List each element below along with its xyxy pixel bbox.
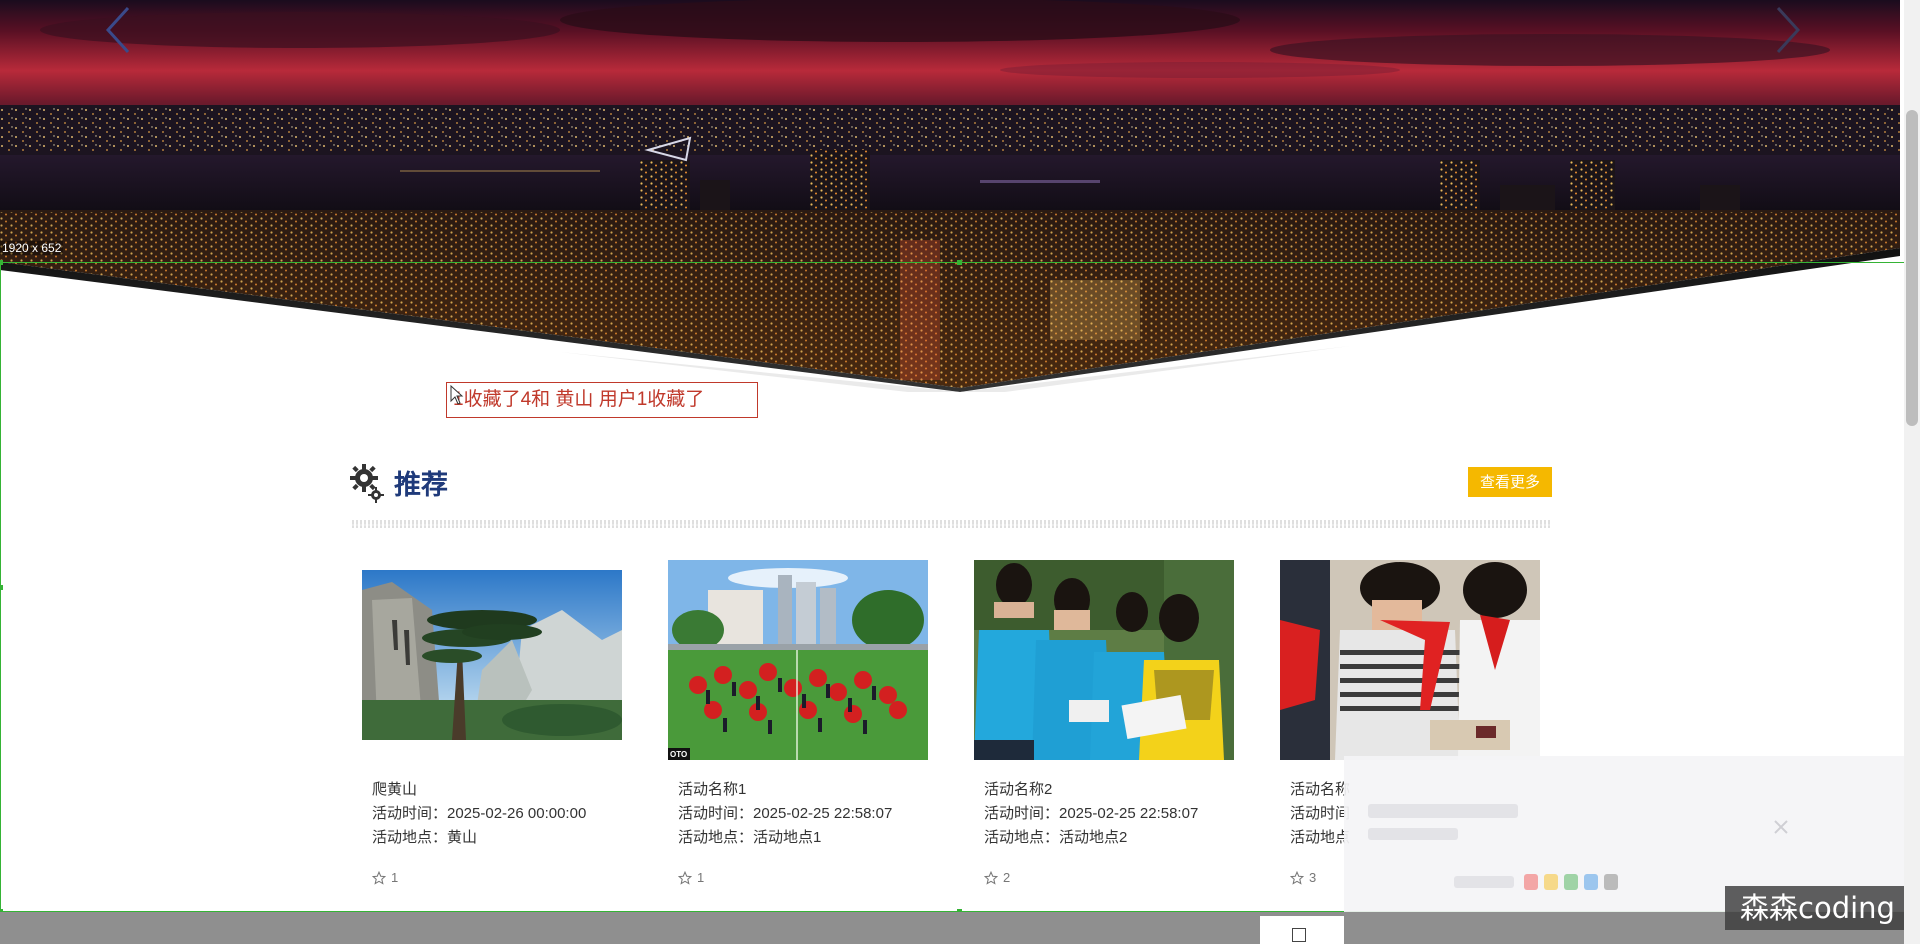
card-location: 活动地点：活动地点2 [984, 829, 1128, 846]
card-time: 活动时间：2025-02-25 22:58:07 [678, 805, 893, 822]
card-title: 活动名称1 [678, 781, 747, 798]
mouse-cursor-icon [450, 385, 464, 405]
classroom-photo [1280, 560, 1540, 760]
card-time: 活动时间：2025-02-25 22:58:07 [984, 805, 1199, 822]
hero-banner: 1920 x 652 [0, 0, 1900, 392]
favorite-count-value: 2 [1003, 870, 1011, 885]
photo-tag: OTO [670, 750, 687, 759]
gear-icon [350, 464, 384, 503]
card-image[interactable] [1280, 560, 1540, 760]
star-icon [984, 870, 998, 885]
card-title: 活动名称2 [984, 781, 1053, 798]
card-location: 活动地点 [1290, 829, 1351, 846]
card-time: 活动时间：2025-02-26 00:00:00 [372, 805, 587, 822]
card-location: 活动地点：活动地点1 [678, 829, 822, 846]
image-size-label: 1920 x 652 [0, 241, 64, 255]
card-image[interactable] [362, 570, 622, 740]
card-time: 活动时间 [1290, 805, 1351, 822]
star-icon [1290, 870, 1304, 885]
section-divider [352, 520, 1552, 528]
card-image[interactable]: OTO [668, 560, 928, 760]
section-title: 推荐 [394, 469, 448, 500]
activity-card[interactable]: OTO 活动名称1 活动时间：2025-02-25 22:58:07 活动地点：… [660, 560, 940, 914]
card-title: 爬黄山 [372, 781, 418, 798]
favorite-count[interactable]: 1 [372, 870, 398, 885]
activity-card[interactable]: 活动名称2 活动时间：2025-02-25 22:58:07 活动地点：活动地点… [966, 560, 1246, 914]
section-header: 推荐 [350, 460, 448, 504]
carousel-next-icon[interactable] [1770, 0, 1806, 60]
card-location: 活动地点：黄山 [372, 829, 478, 846]
scrollbar-thumb[interactable] [1906, 110, 1918, 426]
city-night-image [0, 0, 1900, 392]
star-icon [678, 870, 692, 885]
students-photo [974, 560, 1234, 760]
carousel-prev-icon[interactable] [100, 0, 136, 60]
watermark: 森森coding [1725, 886, 1910, 930]
mountain-pine-photo [362, 570, 622, 740]
close-icon[interactable] [1772, 818, 1790, 836]
notice-text: 1收藏了4和 黄山 用户1收藏了 [453, 389, 705, 410]
card-title: 活动名称 [1290, 781, 1351, 798]
favorite-count-value: 3 [1309, 870, 1317, 885]
bottom-overlay-bar [0, 912, 1916, 944]
toolbar-checkbox[interactable] [1292, 928, 1306, 942]
favorite-count-value: 1 [391, 870, 399, 885]
favorite-count[interactable]: 3 [1290, 870, 1316, 885]
favorite-notice-marquee[interactable]: 1收藏了4和 黄山 用户1收藏了 [446, 382, 758, 418]
favorite-count-value: 1 [697, 870, 705, 885]
star-icon [372, 870, 386, 885]
view-more-button[interactable]: 查看更多 [1468, 467, 1552, 497]
card-image[interactable] [974, 560, 1234, 760]
favorite-count[interactable]: 1 [678, 870, 704, 885]
activity-card[interactable]: 爬黄山 活动时间：2025-02-26 00:00:00 活动地点：黄山 1 [354, 560, 634, 914]
fan-dance-photo: OTO [668, 560, 928, 760]
favorite-count[interactable]: 2 [984, 870, 1010, 885]
